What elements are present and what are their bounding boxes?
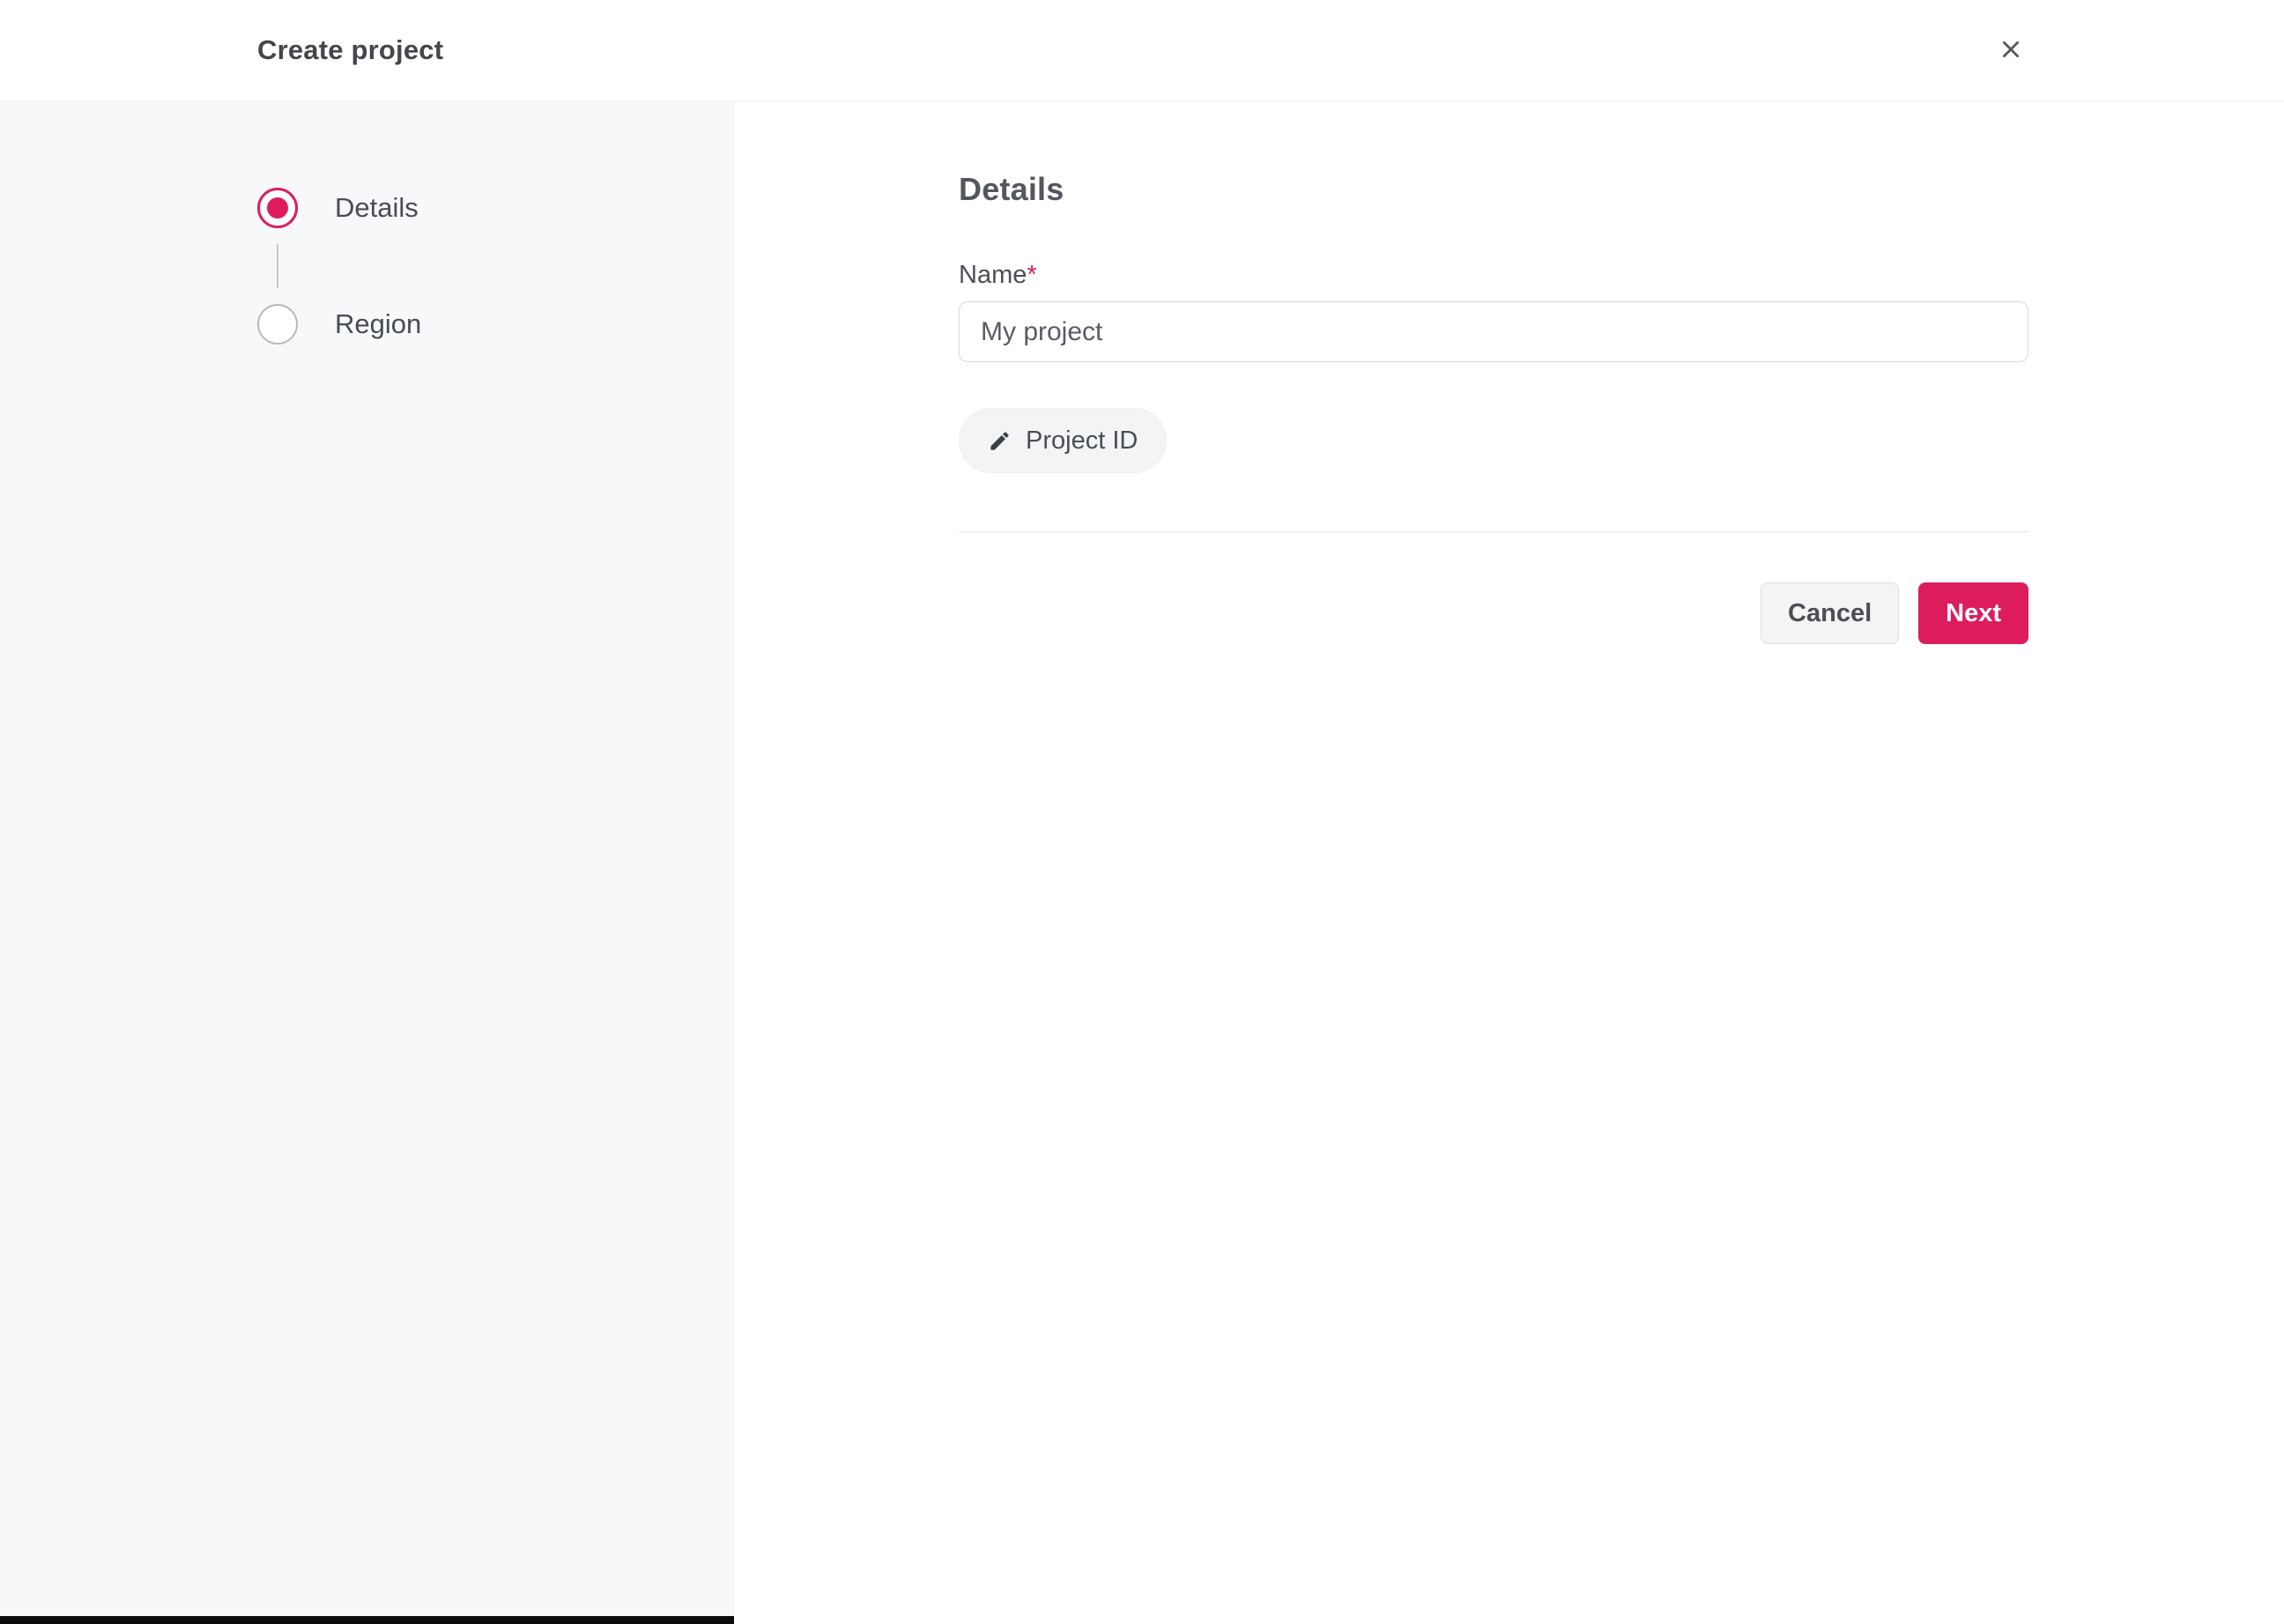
footer-actions: Cancel Next	[959, 582, 2028, 644]
stepper-item-region[interactable]: Region	[257, 304, 733, 345]
step-radio-active-icon	[257, 188, 298, 228]
step-label: Region	[335, 308, 422, 339]
pencil-icon	[988, 429, 1012, 453]
dialog-header: Create project	[0, 0, 2284, 101]
step-label: Details	[335, 192, 419, 223]
step-radio-inactive-icon	[257, 304, 298, 345]
project-id-button-label: Project ID	[1026, 426, 1138, 455]
create-project-dialog: Create project Details Region Details Na…	[0, 0, 2284, 1624]
name-field-label-row: Name*	[959, 261, 2028, 290]
stepper-connector-line	[277, 244, 278, 288]
next-button[interactable]: Next	[1918, 582, 2028, 644]
stepper-sidebar: Details Region	[0, 102, 734, 1624]
step-radio-dot	[267, 197, 288, 219]
wizard-stepper: Details Region	[257, 188, 733, 345]
form-divider	[959, 531, 2028, 532]
main-panel: Details Name* Project ID	[734, 102, 2284, 1624]
close-button[interactable]	[1986, 25, 2036, 74]
project-name-input[interactable]	[959, 301, 2028, 362]
required-asterisk: *	[1027, 261, 1037, 289]
cancel-button[interactable]: Cancel	[1761, 582, 1900, 644]
close-icon	[1999, 38, 2022, 61]
name-field-label: Name	[959, 261, 1027, 289]
stepper-item-details[interactable]: Details	[257, 188, 733, 228]
section-heading: Details	[959, 171, 1064, 207]
project-id-button[interactable]: Project ID	[959, 408, 1168, 473]
dialog-title: Create project	[257, 34, 444, 65]
bottom-page-edge-strip	[0, 1616, 734, 1624]
